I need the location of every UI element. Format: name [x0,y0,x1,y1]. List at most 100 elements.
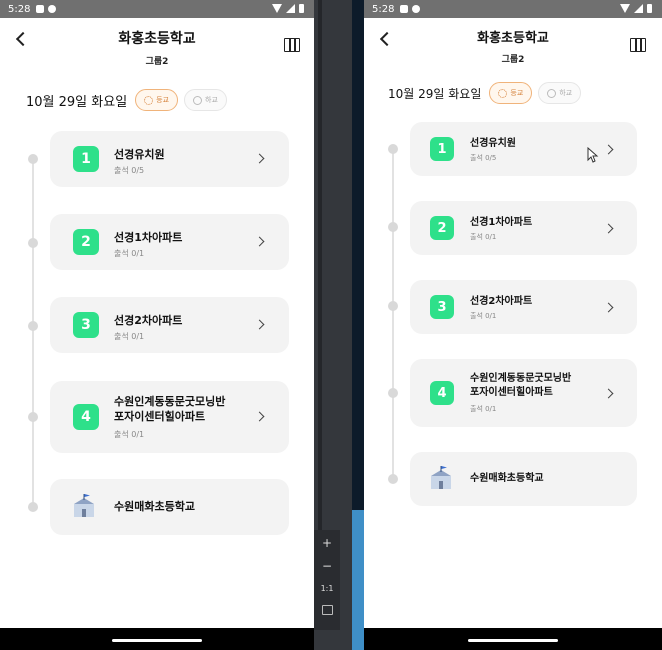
map-icon[interactable] [284,38,300,52]
stop-attendance: 출석 0/5 [470,154,497,162]
stop-card-3[interactable]: 3 선경2차아파트 출석 0/1 [50,297,289,353]
stop-number-badge: 1 [430,137,454,161]
stop-card-3[interactable]: 3 선경2차아파트 출석 0/1 [410,280,637,334]
stop-card-1[interactable]: 1 선경유치원 출석 0/5 [410,122,637,176]
stop-name-line1: 수원인계동동문굿모닝반 [114,395,226,408]
stop-name-line2: 포자이센터힐아파트 [470,387,553,398]
date-label: 10월 29일 화요일 [388,86,482,101]
stop-attendance: 출석 0/1 [470,405,497,413]
zoom-out-button[interactable]: − [322,559,332,573]
timeline-dot [28,154,38,164]
home-handle[interactable] [112,639,202,642]
phone-screen-left: 5:28 화홍초등학교 그룹2 10월 29일 화요일 등교 하교 1 선경유치… [0,0,314,650]
wifi-icon [620,4,630,13]
destination-card[interactable]: 수원매화초등학교 [410,452,637,506]
page-title: 화홍초등학교 [118,31,196,47]
clock-icon [547,88,557,98]
chevron-right-icon [603,223,614,234]
sun-icon [144,95,154,105]
zoom-in-button[interactable]: + [322,536,332,550]
clock-icon [193,95,203,105]
stop-name: 선경2차아파트 [114,314,183,327]
signal-icon [286,4,295,13]
timeline-dot [28,502,38,512]
window-edge [352,0,364,650]
sim-icon [36,5,45,13]
zoom-reset-button[interactable]: 1:1 [321,582,334,596]
phone-screen-right: 5:28 화홍초등학교 그룹2 10월 29일 화요일 등교 하교 1 선경유치… [364,0,662,650]
timeline-dot [388,222,398,232]
chip-label: 하교 [205,96,218,104]
stop-attendance: 출석 0/1 [470,233,497,241]
sun-icon [498,88,508,98]
destination-card[interactable]: 수원매화초등학교 [50,479,289,535]
stop-number-badge: 2 [73,229,99,255]
timeline-dot [388,301,398,311]
stop-attendance: 출석 0/1 [114,430,145,439]
stop-name: 선경1차아파트 [470,217,533,228]
timeline-dot [388,144,398,154]
stop-number-badge: 4 [73,404,99,430]
stop-attendance: 출석 0/5 [114,166,145,175]
timeline-dot [388,474,398,484]
stop-card-2[interactable]: 2 선경1차아파트 출석 0/1 [410,201,637,255]
stop-number-badge: 3 [430,295,454,319]
status-bar: 5:28 [364,0,662,18]
page-subtitle: 그룹2 [145,57,169,67]
fit-screen-icon[interactable] [321,605,333,615]
timeline-dot [28,238,38,248]
stop-number-badge: 4 [430,381,454,405]
stop-name: 선경1차아파트 [114,231,183,244]
date-row: 10월 29일 화요일 등교 하교 [388,82,587,104]
stop-number-badge: 3 [73,312,99,338]
chip-label: 하교 [559,89,573,97]
stop-card-4[interactable]: 4 수원인계동동문굿모닝반 포자이센터힐아파트 출석 0/1 [50,381,289,453]
wifi-icon [272,4,282,13]
school-icon [431,466,451,489]
school-icon [74,494,94,517]
battery-icon [299,4,304,13]
status-bar: 5:28 [0,0,314,18]
stop-name-line2: 포자이센터힐아파트 [114,410,206,423]
chip-label: 등교 [156,96,170,104]
chip-to-school[interactable]: 등교 [135,89,179,111]
stop-name: 선경유치원 [470,138,516,149]
chevron-right-icon [603,302,614,313]
timeline-line [392,150,394,480]
chevron-right-icon [254,236,265,247]
chevron-right-icon [254,153,265,164]
map-icon[interactable] [630,38,646,52]
battery-icon [647,4,652,13]
stop-card-1[interactable]: 1 선경유치원 출석 0/5 [50,131,289,187]
home-handle[interactable] [468,639,558,642]
sim-icon [400,5,409,13]
timeline-line [32,160,34,510]
stop-name: 선경유치원 [114,148,165,161]
stop-card-4[interactable]: 4 수원인계동동문굿모닝반 포자이센터힐아파트 출석 0/1 [410,359,637,427]
destination-name: 수원매화초등학교 [470,473,544,484]
stop-card-2[interactable]: 2 선경1차아파트 출석 0/1 [50,214,289,270]
page-title: 화홍초등학교 [477,31,549,46]
chevron-right-icon [254,319,265,330]
zoom-controls: + − 1:1 [314,530,340,630]
nav-bar [364,628,662,650]
sync-icon [48,5,57,13]
status-time: 5:28 [372,3,395,15]
date-label: 10월 29일 화요일 [26,94,128,110]
timeline-dot [28,321,38,331]
signal-icon [634,4,643,13]
chevron-right-icon [603,388,614,399]
date-row: 10월 29일 화요일 등교 하교 [26,89,233,111]
page-subtitle: 그룹2 [501,55,525,65]
stop-attendance: 출석 0/1 [114,332,145,341]
chevron-right-icon [603,144,614,155]
chip-from-school[interactable]: 하교 [538,82,582,104]
chip-to-school[interactable]: 등교 [489,82,533,104]
destination-name: 수원매화초등학교 [114,500,195,513]
stop-attendance: 출석 0/1 [470,312,497,320]
app-header: 화홍초등학교 그룹2 [0,18,314,72]
chip-from-school[interactable]: 하교 [184,89,227,111]
mouse-cursor-icon [587,147,599,163]
status-time: 5:28 [8,3,31,15]
sync-icon [412,5,421,13]
